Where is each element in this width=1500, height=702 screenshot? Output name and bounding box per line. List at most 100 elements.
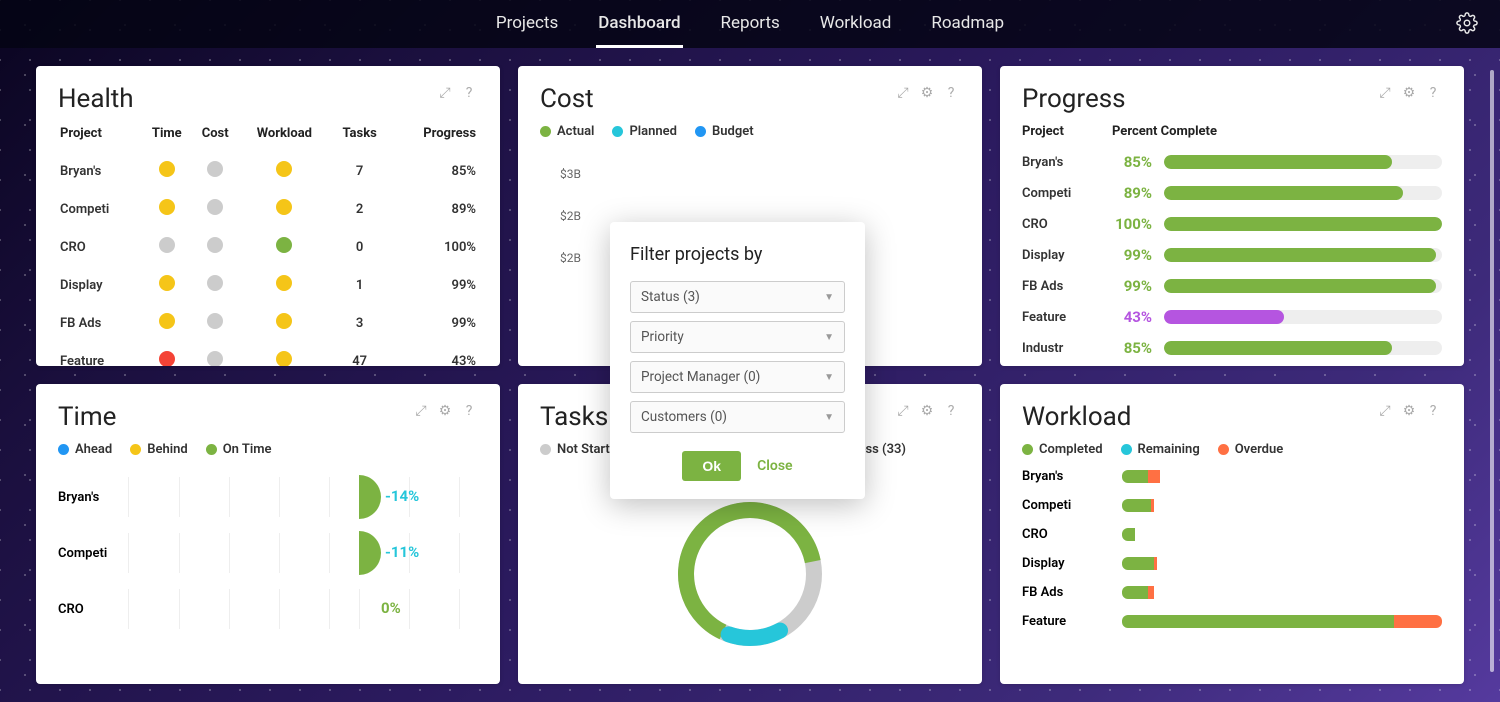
row-project: FB Ads (1022, 279, 1112, 294)
workload-segment (1122, 499, 1151, 512)
cell-cost (193, 305, 237, 341)
row-project: Industr (1022, 341, 1112, 356)
filter-select[interactable]: Priority▼ (630, 321, 845, 353)
cell-progress: 43% (390, 343, 476, 366)
filter-select[interactable]: Status (3)▼ (630, 281, 845, 313)
expand-icon[interactable]: ⤢ (894, 84, 912, 102)
cell-progress: 85% (390, 153, 476, 189)
time-row[interactable]: Bryan's -14% (58, 469, 478, 525)
table-row[interactable]: FB Ads 3 99% (60, 305, 476, 341)
legend-item: Overdue (1218, 442, 1284, 457)
table-row[interactable]: Feature 47 43% (60, 343, 476, 366)
row-project: CRO (1022, 527, 1122, 542)
filter-select[interactable]: Customers (0)▼ (630, 401, 845, 433)
workload-bar (1122, 470, 1442, 483)
select-label: Status (3) (641, 289, 700, 305)
workload-row[interactable]: FB Ads (1022, 585, 1442, 600)
progress-row[interactable]: FB Ads 99% (1022, 277, 1442, 295)
expand-icon[interactable]: ⤢ (1376, 84, 1394, 102)
table-row[interactable]: Bryan's 7 85% (60, 153, 476, 189)
cell-tasks: 1 (332, 267, 388, 303)
cell-tasks: 0 (332, 229, 388, 265)
help-icon[interactable]: ? (1424, 402, 1442, 420)
tab-projects[interactable]: Projects (494, 1, 560, 48)
help-icon[interactable]: ? (460, 402, 478, 420)
cell-project: Competi (60, 191, 140, 227)
health-table: Project Time Cost Workload Tasks Progres… (58, 124, 478, 366)
workload-segment (1151, 499, 1154, 512)
gear-icon[interactable]: ⚙ (918, 84, 936, 102)
row-project: Bryan's (58, 490, 128, 505)
progress-row[interactable]: Competi 89% (1022, 184, 1442, 202)
help-icon[interactable]: ? (460, 84, 478, 102)
gear-icon[interactable]: ⚙ (1400, 84, 1418, 102)
workload-row[interactable]: CRO (1022, 527, 1442, 542)
table-row[interactable]: CRO 0 100% (60, 229, 476, 265)
chevron-down-icon: ▼ (824, 332, 834, 343)
progress-bar (1164, 186, 1442, 200)
progress-row[interactable]: Feature 43% (1022, 308, 1442, 326)
workload-row[interactable]: Display (1022, 556, 1442, 571)
tab-reports[interactable]: Reports (719, 1, 782, 48)
row-project: Feature (1022, 614, 1122, 629)
cell-project: Bryan's (60, 153, 140, 189)
expand-icon[interactable]: ⤢ (436, 84, 454, 102)
cell-tasks: 3 (332, 305, 388, 341)
workload-segment (1394, 615, 1442, 628)
cell-tasks: 2 (332, 191, 388, 227)
table-row[interactable]: Competi 2 89% (60, 191, 476, 227)
widget-title: Cost (540, 84, 594, 114)
row-project: Competi (1022, 498, 1122, 513)
workload-bar (1122, 528, 1442, 541)
time-row[interactable]: CRO 0% (58, 581, 478, 637)
gear-icon[interactable]: ⚙ (436, 402, 454, 420)
cell-cost (193, 153, 237, 189)
col-progress: Progress (390, 126, 476, 151)
y-tick: $2B (560, 209, 960, 223)
cell-workload (239, 229, 329, 265)
ok-button[interactable]: Ok (682, 451, 741, 481)
col-percent: Percent Complete (1112, 124, 1217, 139)
tab-roadmap[interactable]: Roadmap (929, 1, 1006, 48)
legend-dot-icon (1121, 444, 1132, 455)
row-project: CRO (58, 602, 128, 617)
col-project: Project (1022, 124, 1112, 139)
gear-icon[interactable]: ⚙ (1400, 402, 1418, 420)
tab-dashboard[interactable]: Dashboard (596, 1, 682, 48)
time-row[interactable]: Competi -11% (58, 525, 478, 581)
cell-project: CRO (60, 229, 140, 265)
filter-select[interactable]: Project Manager (0)▼ (630, 361, 845, 393)
modal-title: Filter projects by (630, 244, 845, 265)
progress-row[interactable]: Bryan's 85% (1022, 153, 1442, 171)
settings-icon[interactable] (1456, 12, 1478, 34)
workload-segment (1122, 557, 1154, 570)
cell-time (142, 153, 191, 189)
workload-row[interactable]: Bryan's (1022, 469, 1442, 484)
expand-icon[interactable]: ⤢ (1376, 402, 1394, 420)
help-icon[interactable]: ? (942, 402, 960, 420)
col-project: Project (60, 126, 140, 151)
cell-progress: 99% (390, 267, 476, 303)
cell-time (142, 267, 191, 303)
progress-row[interactable]: Industr 85% (1022, 339, 1442, 357)
nav-tabs: Projects Dashboard Reports Workload Road… (494, 1, 1006, 48)
expand-icon[interactable]: ⤢ (894, 402, 912, 420)
expand-icon[interactable]: ⤢ (412, 402, 430, 420)
workload-row[interactable]: Competi (1022, 498, 1442, 513)
legend-dot-icon (540, 444, 551, 455)
help-icon[interactable]: ? (942, 84, 960, 102)
table-row[interactable]: Display 1 99% (60, 267, 476, 303)
progress-row[interactable]: CRO 100% (1022, 215, 1442, 233)
gear-icon[interactable]: ⚙ (918, 402, 936, 420)
scrollbar[interactable] (1490, 70, 1494, 672)
cell-workload (239, 343, 329, 366)
workload-row[interactable]: Feature (1022, 614, 1442, 629)
progress-row[interactable]: Display 99% (1022, 246, 1442, 264)
row-project: Bryan's (1022, 155, 1112, 170)
workload-bar (1122, 499, 1442, 512)
row-percent: 100% (1112, 215, 1164, 233)
help-icon[interactable]: ? (1424, 84, 1442, 102)
close-button[interactable]: Close (757, 458, 792, 474)
tab-workload[interactable]: Workload (818, 1, 894, 48)
cell-tasks: 7 (332, 153, 388, 189)
